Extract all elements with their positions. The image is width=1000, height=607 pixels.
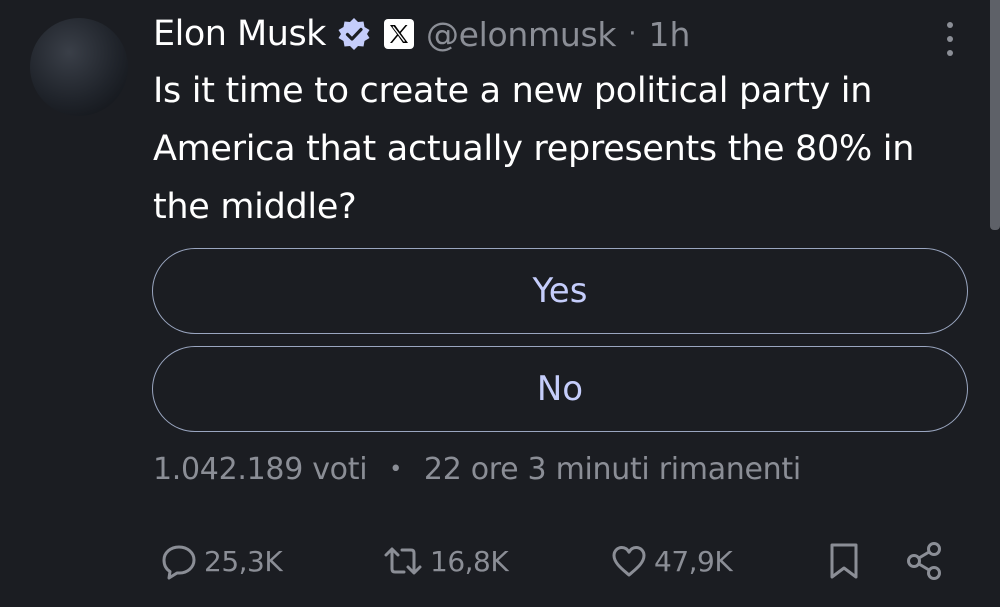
verified-icon[interactable] [336, 16, 372, 52]
scrollbar[interactable] [990, 0, 1000, 230]
poll-remaining: 22 ore 3 minuti rimanenti [423, 452, 801, 487]
retweet-button[interactable]: 16,8K [382, 536, 509, 586]
like-button[interactable]: 47,9K [610, 536, 733, 586]
like-icon [610, 542, 648, 580]
reply-count: 25,3K [204, 544, 283, 578]
poll-option-no[interactable]: No [152, 346, 968, 432]
action-bar: 25,3K 16,8K 47,9K [0, 536, 1000, 586]
tweet-time[interactable]: 1h [648, 15, 690, 54]
bookmark-icon [828, 541, 860, 581]
share-icon [905, 541, 945, 581]
tweet-header: Elon Musk @elonmusk · 1h [153, 12, 690, 56]
reply-button[interactable]: 25,3K [160, 536, 283, 586]
like-count: 47,9K [654, 544, 733, 578]
x-logo-icon [383, 19, 414, 49]
poll-votes: 1.042.189 voti [153, 452, 368, 487]
bookmark-button[interactable] [828, 536, 860, 586]
share-button[interactable] [905, 536, 945, 586]
retweet-count: 16,8K [430, 544, 509, 578]
author-name[interactable]: Elon Musk [153, 14, 326, 54]
poll-option-yes[interactable]: Yes [152, 248, 968, 334]
poll-meta: 1.042.189 voti • 22 ore 3 minuti rimanen… [153, 452, 801, 487]
more-options-icon[interactable] [938, 22, 962, 56]
poll-separator: • [389, 457, 402, 482]
header-separator: · [628, 19, 637, 49]
retweet-icon [382, 542, 424, 580]
tweet-text: Is it time to create a new political par… [153, 71, 915, 227]
reply-icon [160, 542, 198, 580]
avatar[interactable] [30, 18, 128, 116]
author-handle[interactable]: @elonmusk [426, 15, 617, 54]
